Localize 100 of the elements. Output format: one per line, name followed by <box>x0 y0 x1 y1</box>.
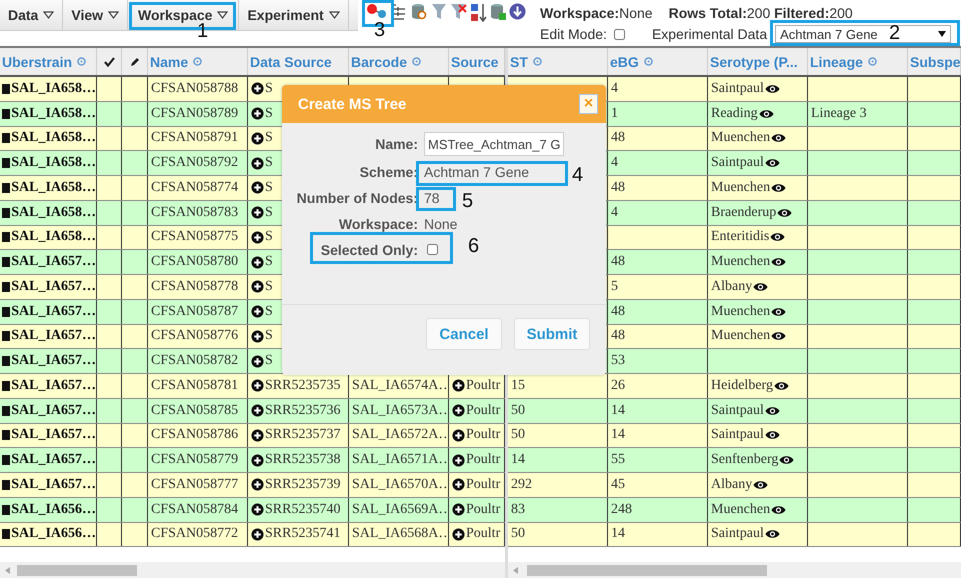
table-cell: CFSAN058792 <box>148 151 248 175</box>
table-cell: 55 <box>608 448 708 472</box>
tree-icon[interactable] <box>391 3 407 21</box>
table-cell: 48 <box>608 126 708 150</box>
plus-circle-icon[interactable] <box>251 503 264 516</box>
table-cell: 4 <box>608 200 708 224</box>
plus-circle-icon[interactable] <box>251 454 264 467</box>
eye-icon[interactable] <box>777 206 792 219</box>
eye-icon[interactable] <box>771 306 786 318</box>
eye-icon[interactable] <box>779 454 794 466</box>
plus-circle-icon[interactable] <box>251 107 264 120</box>
plus-circle-icon[interactable] <box>251 330 264 343</box>
plus-circle-icon[interactable] <box>452 478 465 492</box>
table-cell: SAL_IA6571A… <box>349 448 449 472</box>
table-cell: CFSAN058772 <box>148 522 248 546</box>
download-icon[interactable] <box>509 3 526 20</box>
eye-icon[interactable] <box>753 478 768 491</box>
horizontal-scrollbar[interactable] <box>508 562 961 578</box>
column-header[interactable]: Barcode <box>349 48 449 75</box>
plus-circle-icon[interactable] <box>452 503 465 516</box>
plus-circle-icon[interactable] <box>251 156 264 170</box>
eye-icon[interactable] <box>764 528 780 540</box>
eye-icon[interactable] <box>771 182 786 194</box>
dialog-button[interactable]: Cancel <box>426 318 502 350</box>
table-cell: Saintpaul <box>711 155 764 172</box>
plus-circle-icon[interactable] <box>251 230 264 244</box>
eye-icon[interactable] <box>771 330 786 342</box>
check-icon[interactable] <box>104 56 114 66</box>
column-header[interactable]: Uberstrain <box>0 48 97 75</box>
plus-circle-icon[interactable] <box>251 206 264 220</box>
close-button[interactable]: × <box>579 94 598 114</box>
eye-icon[interactable] <box>764 404 780 417</box>
table-cell: Poultr <box>466 502 500 518</box>
column-header[interactable]: Name <box>148 48 248 75</box>
plus-circle-icon[interactable] <box>452 454 465 467</box>
column-header[interactable]: Subspe <box>908 48 961 75</box>
sort-icon[interactable] <box>470 3 487 22</box>
menu-button[interactable]: Experiment <box>239 0 349 30</box>
table-cell: CFSAN058785 <box>148 398 248 422</box>
eye-icon[interactable] <box>774 380 789 392</box>
workspace-label: Workspace: <box>338 215 418 234</box>
horizontal-scrollbar[interactable] <box>0 562 505 578</box>
table-cell: SRR5235740 <box>265 502 340 518</box>
eye-icon[interactable] <box>764 82 780 95</box>
table-cell: 48 <box>608 324 708 348</box>
eye-icon[interactable] <box>764 157 780 170</box>
table-cell: Saintpaul <box>711 427 764 444</box>
network-nodes-icon[interactable] <box>366 3 388 19</box>
table-cell: SAL_IA6573A… <box>349 398 449 422</box>
eye-icon[interactable] <box>771 132 786 144</box>
table-cell: S <box>265 155 273 172</box>
pencil-icon[interactable] <box>130 56 140 66</box>
selected-only-checkbox[interactable] <box>427 244 438 255</box>
plus-circle-icon[interactable] <box>251 404 264 418</box>
table-cell: S <box>265 229 273 246</box>
plus-circle-icon[interactable] <box>251 354 264 368</box>
table-cell: 48 <box>608 176 708 200</box>
column-header[interactable]: Data Source <box>248 48 349 75</box>
plus-circle-icon[interactable] <box>452 379 465 392</box>
eye-icon[interactable] <box>764 429 780 442</box>
table-cell: SAL_IA657… <box>0 374 97 398</box>
plus-circle-icon[interactable] <box>251 82 264 96</box>
row-counts: Rows Total:200 Filtered:200 <box>668 5 853 21</box>
plus-circle-icon[interactable] <box>452 528 465 541</box>
plus-circle-icon[interactable] <box>251 528 264 541</box>
table-cell: 14 <box>608 424 708 448</box>
column-header[interactable]: ST <box>508 48 608 75</box>
experimental-data-label: Experimental Data <box>652 26 768 42</box>
table-cell: Lineage 3 <box>808 102 908 126</box>
plus-circle-icon[interactable] <box>452 428 465 442</box>
menu-button[interactable]: Data <box>0 0 64 30</box>
eye-icon[interactable] <box>753 280 768 293</box>
name-input-field[interactable]: MSTree_Achtman_7 G <box>424 132 564 156</box>
edit-mode-checkbox[interactable] <box>614 28 625 40</box>
eye-icon[interactable] <box>771 256 786 268</box>
plus-circle-icon[interactable] <box>452 404 465 418</box>
dialog-button[interactable]: Submit <box>514 318 590 350</box>
plus-circle-icon[interactable] <box>251 478 264 492</box>
plus-circle-icon[interactable] <box>251 428 264 442</box>
eye-icon[interactable] <box>770 231 786 244</box>
table-cell: Saintpaul <box>711 402 764 419</box>
plus-circle-icon[interactable] <box>251 305 264 318</box>
column-header[interactable]: Lineage <box>808 48 908 75</box>
eye-icon[interactable] <box>758 108 774 120</box>
table-cell: SAL_IA656… <box>0 498 97 522</box>
eye-icon[interactable] <box>771 504 786 516</box>
menu-button[interactable]: View <box>63 0 128 30</box>
plus-circle-icon[interactable] <box>251 256 264 269</box>
plus-circle-icon[interactable] <box>251 132 264 145</box>
plus-circle-icon[interactable] <box>251 379 264 392</box>
column-header[interactable]: eBG <box>608 48 708 75</box>
plus-circle-icon[interactable] <box>251 280 264 294</box>
database-search-icon[interactable] <box>410 3 428 21</box>
table-cell: SAL_IA658… <box>0 77 97 101</box>
plus-circle-icon[interactable] <box>251 181 264 194</box>
database-export-icon[interactable] <box>490 3 506 21</box>
filter-clear-icon[interactable] <box>450 3 467 20</box>
column-header[interactable]: Serotype (P... <box>708 48 808 75</box>
table-cell: 14 <box>508 448 608 472</box>
table-cell: S <box>265 80 273 97</box>
